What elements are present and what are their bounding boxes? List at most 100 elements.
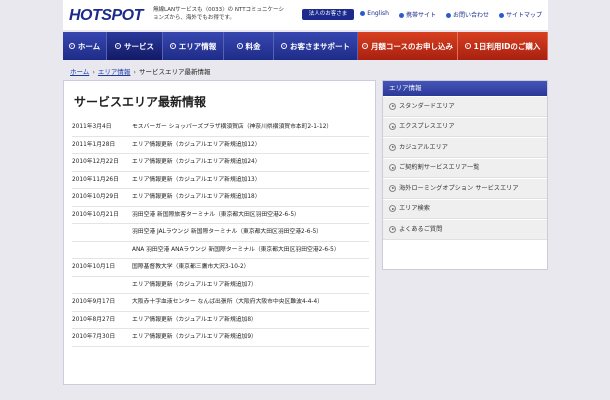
nav-home[interactable]: › ホーム (63, 32, 107, 60)
circle-arrow-icon (389, 184, 396, 192)
breadcrumb-separator: › (133, 68, 137, 76)
sidebar: エリア情報 スタンダードエリアエクスプレスエリアカジュアルエリアご契約割サービス… (382, 80, 548, 270)
circle-arrow-icon (389, 205, 396, 213)
breadcrumb-area[interactable]: エリア情報 (98, 68, 131, 76)
news-date: 2010年9月17日 (72, 299, 116, 305)
news-text: 国際基督教大学（東京都三鷹市大沢3-10-2） (132, 264, 250, 270)
nav-monthly-signup[interactable]: › 月額コースのお申し込み (358, 32, 458, 60)
news-text: エリア情報更新（カジュアルエリア新規追加13） (132, 176, 261, 183)
circle-arrow-icon: › (169, 43, 176, 49)
phone-icon (398, 13, 404, 18)
sidebar-item-label: エリア検索 (399, 205, 430, 212)
news-row: 2010年10月29日 エリア情報更新（カジュアルエリア新規追加18） (72, 189, 369, 207)
hotspot-logo[interactable]: HOTSPOT (69, 7, 143, 25)
nav-support[interactable]: › お客さまサポート (274, 32, 358, 60)
news-date: 2010年10月1日 (72, 264, 116, 270)
news-list: 2011年3月4日 モスバーガー ショッパーズプラザ横須賀店（神奈川県横須賀市本町… (72, 119, 369, 347)
sidebar-item-label: スタンダードエリア (399, 102, 455, 110)
nav-monthly-signup-label: 月額コースのお申し込み (370, 41, 454, 51)
circle-arrow-icon: › (236, 43, 243, 49)
nav-service[interactable]: › サービス (107, 32, 163, 60)
news-row: 2010年10月1日 国際基督教大学（東京都三鷹市大沢3-10-2） (72, 259, 369, 277)
news-text: エリア情報更新（カジュアルエリア新規追加12） (132, 141, 261, 148)
sidebar-item[interactable]: エクスプレスエリア (383, 117, 547, 137)
nav-area-info[interactable]: › エリア情報 (163, 32, 224, 60)
circle-arrow-icon: › (464, 43, 471, 49)
nav-home-label: ホーム (77, 41, 101, 51)
corporate-customers-button[interactable]: 法人のお客さま (302, 9, 354, 20)
news-date: 2010年8月27日 (72, 316, 116, 323)
news-row: 2010年7月30日 エリア情報更新（カジュアルエリア新規追加9） (72, 329, 369, 347)
sidebar-item-label: カジュアルエリア (399, 143, 448, 151)
sidebar-item-label: 海外ローミングオプション サービスエリア (399, 184, 519, 192)
breadcrumb: ホーム › エリア情報 › サービスエリア最新情報 (70, 66, 211, 76)
news-text: モスバーガー ショッパーズプラザ横須賀店（神奈川県横須賀市本町2-1-12） (132, 124, 333, 130)
news-text: 羽田空港 新国際旅客ターミナル（東京都大田区羽田空港2-6-5） (132, 211, 300, 218)
news-row: 2010年11月26日 エリア情報更新（カジュアルエリア新規追加13） (72, 172, 369, 189)
sidebar-menu: スタンダードエリアエクスプレスエリアカジュアルエリアご契約割サービスエリア一覧海… (383, 97, 547, 240)
page-title: サービスエリア最新情報 (74, 95, 207, 109)
breadcrumb-home[interactable]: ホーム (70, 68, 89, 76)
sitemap-icon (498, 13, 504, 18)
english-link-label: English (367, 10, 389, 17)
nav-area-info-label: エリア情報 (178, 41, 217, 51)
news-date: 2010年12月22日 (72, 159, 119, 165)
news-row: エリア情報更新（カジュアルエリア新規追加7） (72, 277, 369, 294)
news-date: 2011年1月28日 (72, 141, 116, 148)
header-links: English 携帯サイト お問い合わせ サイトマップ (360, 10, 542, 19)
news-text: 大阪赤十字血液センター なんば出張所（大阪府大阪市中央区難波4-4-4） (132, 299, 323, 305)
circle-arrow-icon (389, 102, 396, 110)
circle-arrow-icon (389, 123, 396, 131)
sidebar-item[interactable]: エリア検索 (383, 199, 547, 219)
sidebar-heading: エリア情報 (383, 81, 547, 96)
news-date: 2010年7月30日 (72, 334, 116, 340)
news-row: 羽田空港 JALラウンジ 新国際ターミナル（東京都大田区羽田空港2-6-5） (72, 224, 369, 242)
english-link[interactable]: English (360, 10, 389, 19)
circle-arrow-icon: › (361, 43, 368, 49)
news-row: 2011年3月4日 モスバーガー ショッパーズプラザ横須賀店（神奈川県横須賀市本町… (72, 119, 369, 137)
sidebar-item-label: よくあるご質問 (399, 225, 443, 233)
news-text: ANA 羽田空港 ANAラウンジ 新国際ターミナル（東京都大田区羽田空港2-6-… (132, 246, 340, 253)
news-text: エリア情報更新（カジュアルエリア新規追加18） (132, 194, 261, 200)
sidebar-item[interactable]: ご契約割サービスエリア一覧 (383, 158, 547, 178)
news-row: 2010年12月22日 エリア情報更新（カジュアルエリア新規追加24） (72, 154, 369, 172)
news-text: エリア情報更新（カジュアルエリア新規追加24） (132, 159, 261, 165)
nav-support-label: お客さまサポート (290, 41, 350, 51)
news-date (72, 277, 132, 294)
circle-arrow-icon (389, 225, 396, 233)
sidebar-item[interactable]: カジュアルエリア (383, 138, 547, 158)
news-text: エリア情報更新（カジュアルエリア新規追加7） (132, 281, 257, 288)
circle-arrow-icon: › (115, 43, 121, 49)
news-row: 2011年1月28日 エリア情報更新（カジュアルエリア新規追加12） (72, 137, 369, 154)
nav-day-pass-purchase[interactable]: › 1日利用IDのご購入 (458, 32, 548, 60)
news-text: エリア情報更新（カジュアルエリア新規追加8） (132, 316, 257, 323)
news-date: 2011年3月4日 (72, 124, 112, 130)
news-row: 2010年10月21日 羽田空港 新国際旅客ターミナル（東京都大田区羽田空港2-6… (72, 207, 369, 224)
main-content: サービスエリア最新情報 2011年3月4日 モスバーガー ショッパーズプラザ横須賀… (63, 80, 376, 385)
sidebar-item[interactable]: よくあるご質問 (383, 220, 547, 240)
nav-service-label: サービス (124, 41, 154, 51)
news-text: エリア情報更新（カジュアルエリア新規追加9） (132, 334, 257, 340)
sidebar-item[interactable]: 海外ローミングオプション サービスエリア (383, 179, 547, 199)
news-date (72, 242, 132, 259)
news-row: ANA 羽田空港 ANAラウンジ 新国際ターミナル（東京都大田区羽田空港2-6-… (72, 242, 369, 259)
circle-arrow-icon (389, 164, 396, 172)
breadcrumb-current: サービスエリア最新情報 (139, 68, 211, 76)
news-date: 2010年10月21日 (72, 211, 119, 218)
header-tagline: 無線LANサービスも〈0033〉の NTTコミュニケーションズから、海外でもお得… (153, 7, 284, 21)
circle-arrow-icon: › (68, 43, 75, 49)
contact-link-label: お問い合わせ (452, 12, 489, 19)
news-row: 2010年8月27日 エリア情報更新（カジュアルエリア新規追加8） (72, 312, 369, 329)
mobile-site-link[interactable]: 携帯サイト (398, 10, 436, 19)
circle-arrow-icon: › (281, 43, 287, 49)
sitemap-link[interactable]: サイトマップ (498, 10, 542, 19)
nav-pricing[interactable]: › 料金 (224, 32, 274, 60)
sitemap-link-label: サイトマップ (505, 12, 542, 19)
nav-pricing-label: 料金 (245, 41, 261, 51)
news-date (72, 224, 132, 241)
sidebar-item[interactable]: スタンダードエリア (383, 97, 547, 117)
circle-arrow-icon (389, 143, 396, 151)
mail-icon (445, 13, 451, 18)
contact-link[interactable]: お問い合わせ (445, 10, 489, 19)
nav-day-pass-purchase-label: 1日利用IDのご購入 (473, 41, 541, 51)
